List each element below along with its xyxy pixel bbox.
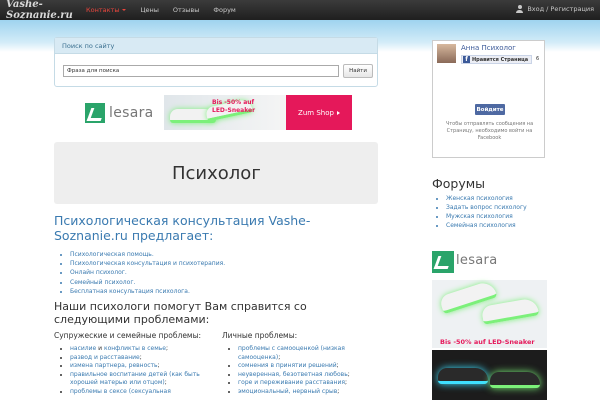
list-text: ; — [336, 362, 339, 370]
top-navbar: Vashe-Soznanie.ru Контакты Цены Отзывы Ф… — [0, 0, 600, 21]
list-item: проблемы в сексе (сексуальная — [70, 388, 212, 397]
search-panel: Поиск по сайту Найти — [54, 37, 378, 87]
list-item[interactable]: Психологическая помощь. — [70, 250, 362, 259]
list-item: насилие и конфликты в семье; — [70, 345, 212, 354]
ad-promo: Bis -50% auf LED-Sneaker — [440, 338, 535, 346]
ad-promo-line: Bis -50% auf — [212, 99, 255, 106]
list-link[interactable]: горе и переживание расставания — [238, 379, 345, 386]
login-link[interactable]: Вход / Регистрация — [516, 5, 594, 13]
login-label: Вход / Регистрация — [527, 5, 594, 13]
list-text: ; — [278, 353, 281, 361]
list-text: ; — [347, 370, 350, 378]
forums-list: Женская психология Задать вопрос психоло… — [440, 194, 527, 230]
list-item[interactable]: Семейный психолог. — [70, 278, 362, 287]
facebook-like-button[interactable]: f Нравится Страница — [461, 55, 533, 64]
list-link[interactable]: правильное воспитание детей (как быть хо… — [70, 371, 200, 387]
sneaker-icon — [490, 372, 540, 388]
list-text: ; — [345, 379, 348, 387]
page-title: Психолог — [172, 162, 261, 184]
list-link[interactable]: насилие — [70, 345, 96, 352]
family-problems-title: Супружеские и семейные проблемы: — [54, 331, 202, 340]
list-item[interactable]: Бесплатная консультация психолога. — [70, 287, 362, 296]
list-text: ; — [337, 387, 340, 395]
list-item[interactable]: Психологическая консультация и психотера… — [70, 259, 362, 268]
lesara-logo-icon — [85, 102, 105, 123]
ad-promo: Bis -50% auf LED-Sneaker — [212, 99, 255, 115]
user-icon — [516, 5, 524, 13]
list-link[interactable]: неуверенная, безответная любовь — [238, 371, 348, 378]
list-item: эмоциональный, нервный срыв; — [238, 388, 370, 397]
personal-problems-title: Личные проблемы: — [222, 331, 298, 340]
list-link[interactable]: эмоциональный, нервный срыв — [238, 388, 337, 395]
list-item: правильное воспитание детей (как быть хо… — [70, 371, 212, 388]
ad-button-label: Zum Shop — [298, 108, 334, 117]
search-button[interactable]: Найти — [343, 64, 373, 78]
list-link[interactable]: проблемы в сексе (сексуальная — [70, 388, 171, 395]
site-logo[interactable]: Vashe-Soznanie.ru — [6, 0, 86, 21]
like-count: 6 — [536, 56, 540, 62]
search-title: Поиск по сайту — [55, 38, 377, 54]
nav-item-contacts[interactable]: Контакты — [86, 6, 127, 14]
zum-shop-button[interactable]: Zum Shop — [286, 95, 352, 130]
list-item: проблемы с самооценкой (низкая самооценк… — [238, 345, 370, 362]
caret-down-icon — [122, 9, 127, 11]
nav-item-forum[interactable]: Форум — [213, 6, 235, 14]
forum-link[interactable]: Семейная психология — [446, 221, 527, 230]
list-item: развод и расставание; — [70, 354, 212, 363]
facebook-login-button[interactable]: Войдите — [475, 104, 505, 115]
like-label: Нравится Страница — [472, 56, 529, 63]
sneaker-icon — [480, 297, 540, 325]
list-link[interactable]: измена партнера, ревность — [70, 362, 158, 369]
arrow-right-icon — [336, 110, 340, 115]
list-link[interactable]: проблемы с самооценкой (низкая самооценк… — [238, 345, 345, 361]
list-text: ; — [157, 362, 160, 370]
services-heading: Психологическая консультация Vashe-Sozna… — [54, 213, 311, 243]
ad-brand: lesara — [109, 104, 154, 121]
list-item: сомнения в принятии решений; — [238, 362, 370, 371]
lesara-logo-icon — [432, 251, 454, 273]
ad-promo-line: LED-Sneaker — [212, 107, 256, 114]
nav-item-prices[interactable]: Цены — [140, 6, 158, 14]
list-text: ; — [166, 345, 169, 352]
list-text: ; — [139, 353, 142, 361]
lesara-banner-ad[interactable]: lesara Bis -50% auf LED-Sneaker Zum Shop — [84, 95, 354, 130]
list-item: неуверенная, безответная любовь; — [238, 371, 370, 380]
lesara-side-ad[interactable]: lesara Bis -50% auf LED-Sneaker — [432, 246, 547, 400]
nav-item-reviews[interactable]: Отзывы — [173, 6, 199, 14]
ad-brand: lesara — [456, 253, 498, 268]
list-link[interactable]: конфликты в семье — [104, 345, 166, 352]
list-item[interactable]: Онлайн психолог. — [70, 268, 362, 277]
list-item: измена партнера, ревность; — [70, 362, 212, 371]
forum-link[interactable]: Женская психология — [446, 194, 527, 203]
forum-link[interactable]: Мужская психология — [446, 212, 527, 221]
personal-problems-list: проблемы с самооценкой (низкая самооценк… — [230, 345, 370, 397]
problems-heading: Наши психологи помогут Вам справится со … — [54, 300, 307, 326]
nav-item-label: Контакты — [86, 6, 120, 14]
hero-box: Психолог — [54, 142, 378, 204]
list-link[interactable]: развод и расставание — [70, 354, 140, 361]
sneaker-icon — [438, 368, 488, 384]
dark-sneaker-image — [432, 350, 547, 400]
services-list: Психологическая помощь. Психологическая … — [62, 250, 362, 296]
forums-heading: Форумы — [432, 176, 486, 191]
list-text: ; — [164, 379, 167, 387]
list-text: и — [96, 345, 104, 352]
facebook-icon: f — [463, 56, 470, 63]
facebook-login-note: Чтобы отправлять сообщения на Страницу, … — [445, 121, 534, 141]
forum-link[interactable]: Задать вопрос психологу — [446, 203, 527, 212]
avatar[interactable] — [437, 44, 456, 63]
facebook-page-widget: Анна Психолог f Нравится Страница 6 Войди… — [432, 40, 545, 158]
list-link[interactable]: сомнения в принятии решений — [238, 362, 337, 369]
family-problems-list: насилие и конфликты в семье; развод и ра… — [62, 345, 212, 397]
search-input[interactable] — [63, 65, 339, 77]
facebook-page-name[interactable]: Анна Психолог — [461, 44, 516, 52]
list-item: горе и переживание расставания; — [238, 379, 370, 388]
